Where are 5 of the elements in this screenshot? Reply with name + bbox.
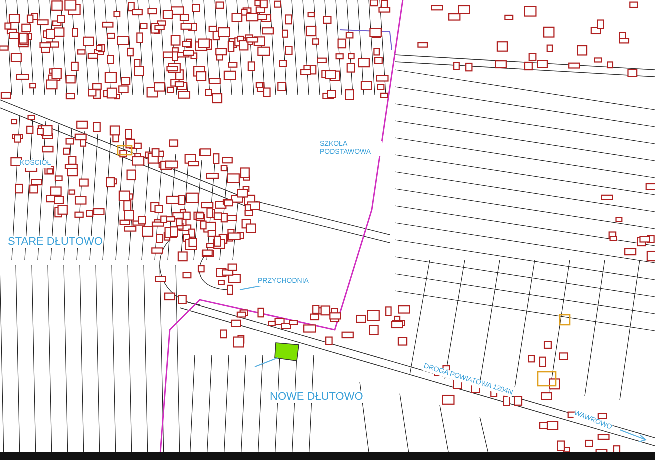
- leader-line: [254, 358, 278, 368]
- place-label: STARE DŁUTOWO: [8, 236, 103, 248]
- arrow-icon: [620, 430, 648, 442]
- highlighted-parcel: [274, 342, 300, 362]
- place-label: NOWE DŁUTOWO: [270, 391, 364, 404]
